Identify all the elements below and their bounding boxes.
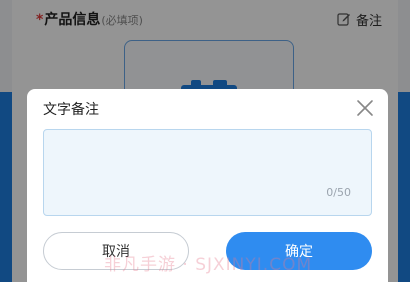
close-icon [357, 100, 373, 116]
close-button[interactable] [356, 99, 374, 117]
note-textarea[interactable] [44, 130, 371, 215]
note-textarea-wrapper: 0/50 [43, 129, 372, 216]
cancel-button[interactable]: 取消 [43, 232, 189, 270]
text-note-dialog: 文字备注 0/50 取消 确定 [27, 89, 388, 282]
character-counter: 0/50 [326, 186, 351, 199]
dialog-title: 文字备注 [43, 102, 99, 118]
confirm-button[interactable]: 确定 [226, 232, 372, 270]
